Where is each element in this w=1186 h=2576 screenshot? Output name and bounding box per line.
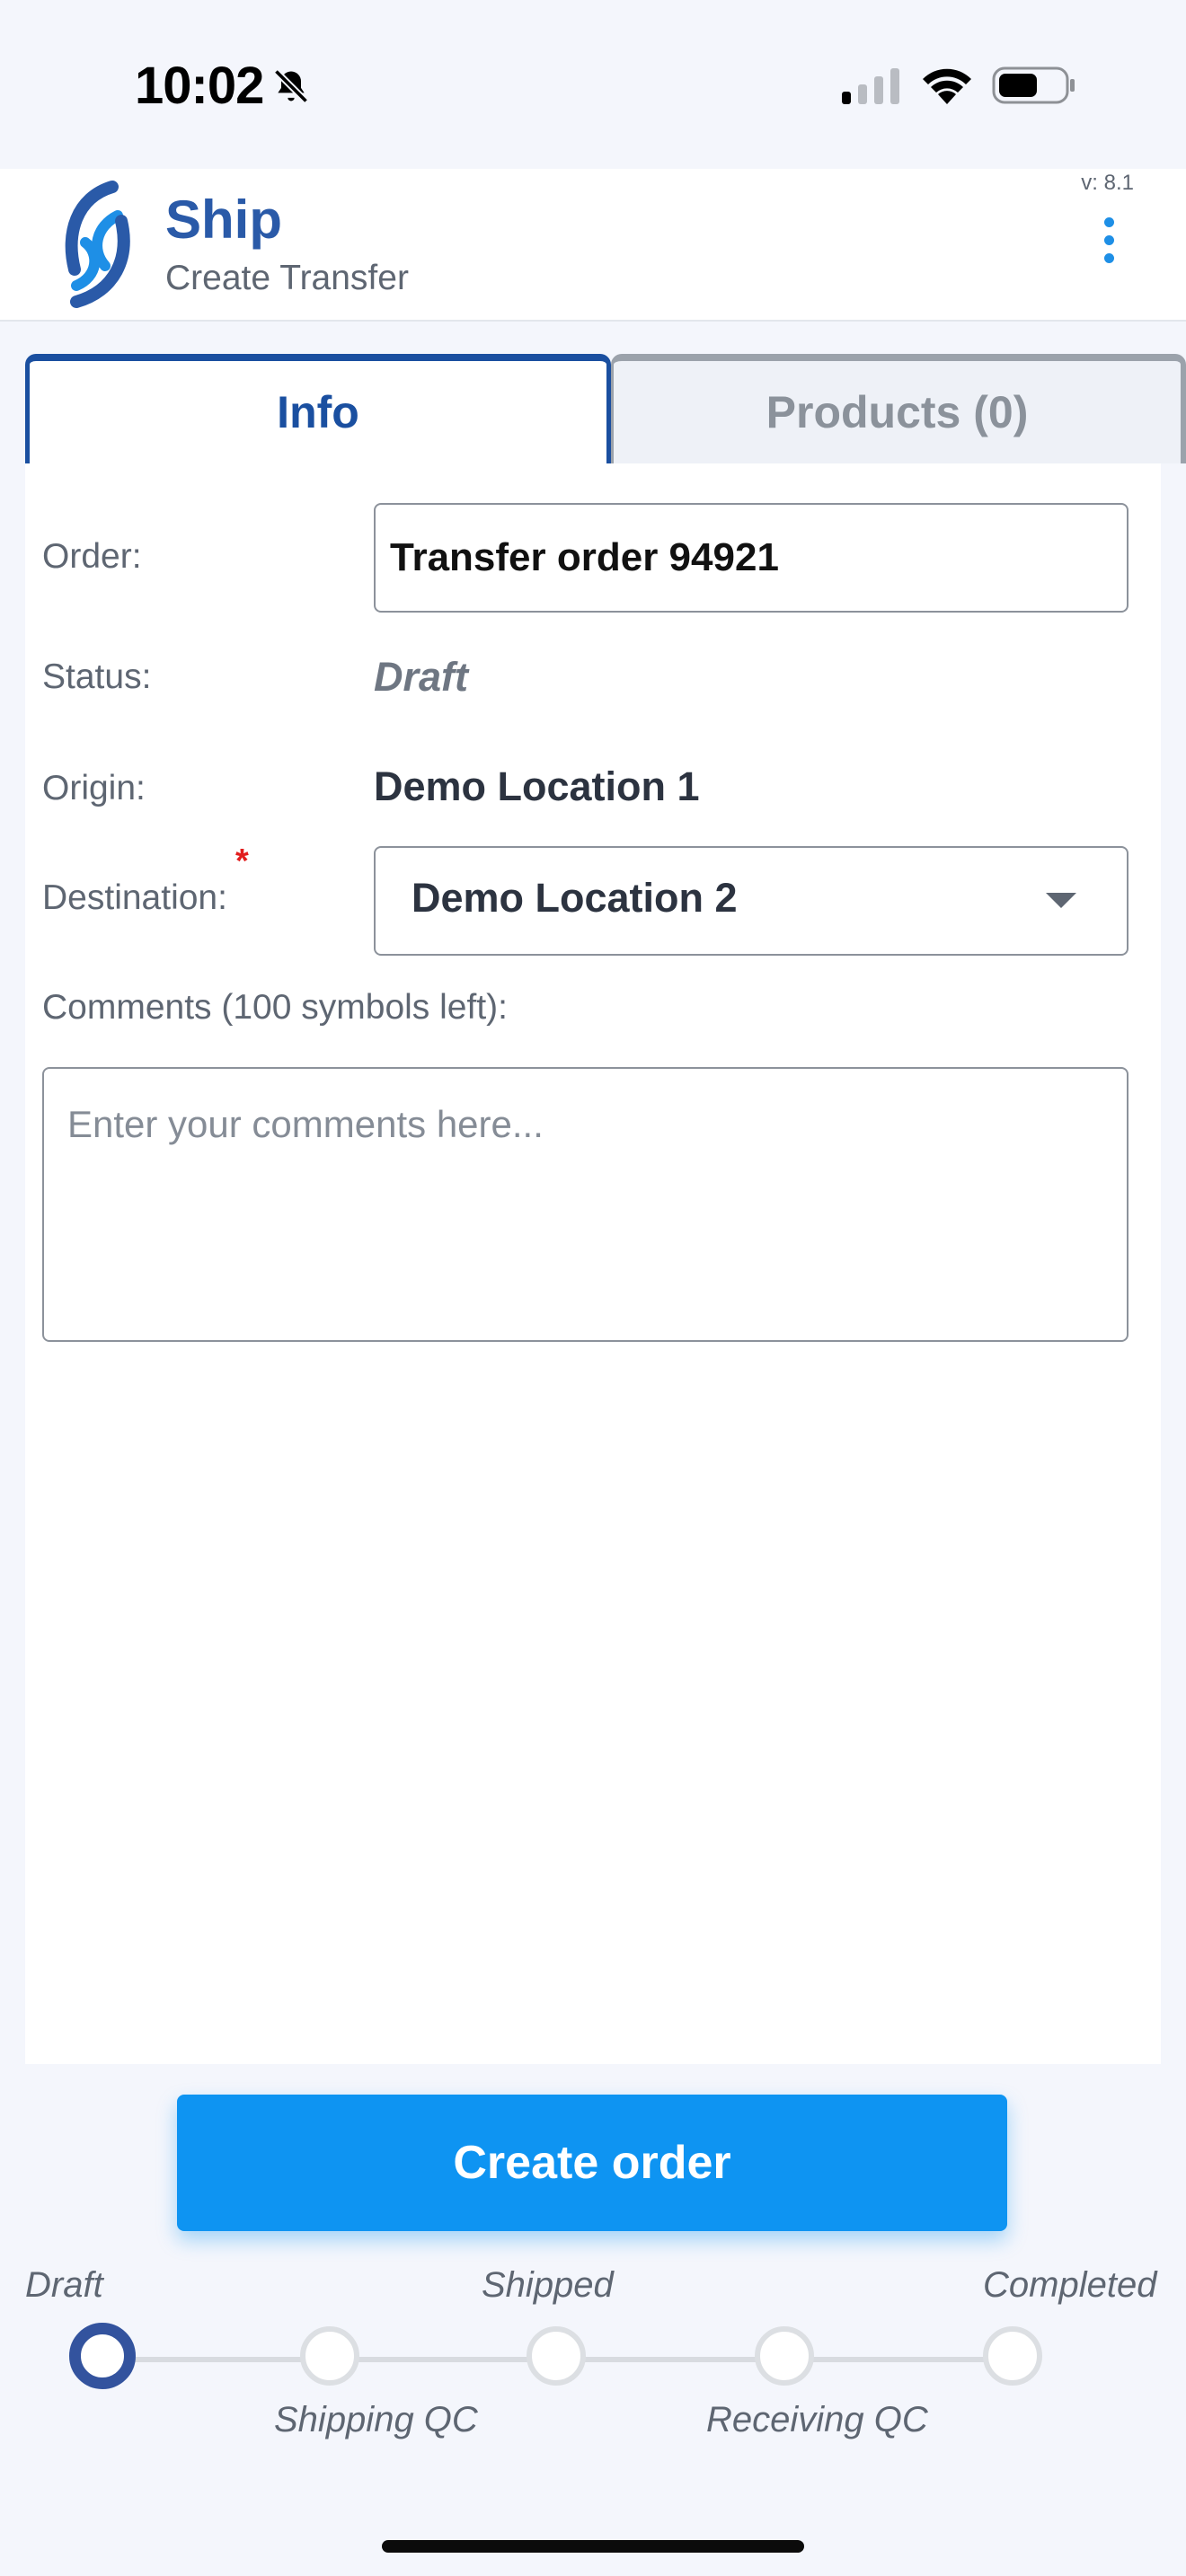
origin-value: Demo Location 1 [374, 763, 700, 809]
step-label-completed: Completed [983, 2265, 1157, 2305]
tab-products[interactable]: Products (0) [611, 354, 1186, 463]
required-marker: * [235, 842, 249, 880]
status-bar: 10:02 [0, 0, 1186, 169]
page-subtitle: Create Transfer [165, 259, 409, 297]
order-name-input[interactable] [374, 503, 1128, 613]
tab-bar: Info Products (0) [25, 354, 1186, 463]
progress-stepper: Draft Shipping QC Shipped Receiving QC C… [0, 2245, 1186, 2470]
version-label: v: 8.1 [1081, 171, 1134, 195]
origin-label: Origin: [42, 769, 146, 807]
status-label: Status: [42, 657, 152, 696]
step-label-receiving-qc: Receiving QC [706, 2400, 928, 2439]
step-dot-draft [69, 2323, 136, 2389]
cellular-signal-icon [842, 68, 899, 104]
ship-logo-icon [65, 181, 130, 308]
more-options-icon[interactable] [1098, 217, 1120, 275]
step-label-shipping-qc: Shipping QC [274, 2400, 478, 2439]
order-label: Order: [42, 537, 142, 576]
status-value: Draft [374, 654, 469, 700]
step-label-shipped: Shipped [482, 2265, 614, 2305]
step-label-draft: Draft [25, 2265, 103, 2305]
comments-textarea[interactable] [42, 1067, 1128, 1342]
tab-info[interactable]: Info [25, 354, 611, 463]
chevron-down-icon [1046, 893, 1076, 908]
wifi-icon [923, 68, 971, 104]
create-order-button[interactable]: Create order [177, 2095, 1007, 2231]
step-dot-shipped [527, 2326, 586, 2386]
step-dot-receiving-qc [755, 2326, 814, 2386]
destination-label: Destination: [42, 878, 227, 917]
app-header: Ship Create Transfer v: 8.1 [0, 169, 1186, 322]
comments-label: Comments (100 symbols left): [42, 988, 508, 1027]
destination-select[interactable]: Demo Location 2 [374, 846, 1128, 956]
destination-value: Demo Location 2 [412, 875, 738, 921]
home-indicator[interactable] [382, 2540, 804, 2553]
status-time: 10:02 [135, 57, 264, 115]
info-form: Order: Status: Draft Origin: Demo Locati… [25, 463, 1161, 2064]
app-title: Ship [165, 190, 282, 250]
step-dot-completed [983, 2326, 1042, 2386]
step-dot-shipping-qc [300, 2326, 359, 2386]
battery-icon [992, 66, 1075, 104]
bell-muted-icon [273, 68, 309, 104]
